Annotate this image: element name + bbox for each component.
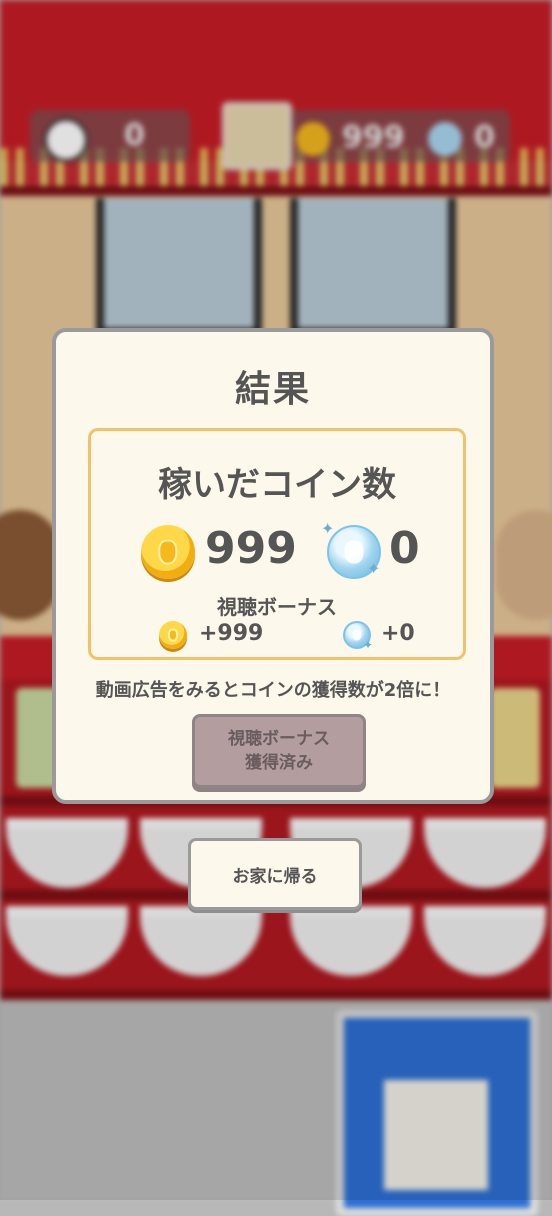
sparkle-icon: ✦ bbox=[367, 559, 381, 578]
go-home-button-label: お家に帰る bbox=[232, 866, 318, 887]
ad-bonus-message: 動画広告をみるとコインの獲得数が2倍に！ bbox=[95, 680, 451, 701]
watch-bonus-button-line2: 獲得済み bbox=[245, 753, 313, 773]
go-home-button[interactable]: お家に帰る bbox=[188, 838, 362, 910]
sparkle-icon: ✦ bbox=[321, 519, 335, 538]
watch-bonus-button[interactable]: 視聴ボーナス 獲得済み bbox=[192, 714, 366, 788]
watch-bonus-button-line1: 視聴ボーナス bbox=[228, 729, 330, 749]
coin-icon bbox=[141, 525, 195, 579]
dialog-title: 結果 bbox=[234, 369, 311, 410]
bonus-label: 視聴ボーナス bbox=[217, 595, 337, 619]
coin-earned-value: 999 bbox=[205, 523, 297, 574]
coin-bonus-value: +999 bbox=[199, 621, 264, 646]
earned-coins-panel: 稼いだコイン数 999 ✦ ✦ 0 視聴ボーナス +999 ✦ +0 bbox=[88, 428, 466, 660]
result-dialog: 結果 稼いだコイン数 999 ✦ ✦ 0 視聴ボーナス +999 ✦ +0 動画… bbox=[52, 328, 494, 804]
gem-bonus-value: +0 bbox=[381, 621, 415, 646]
sparkle-icon: ✦ bbox=[363, 638, 374, 652]
earned-coins-title: 稼いだコイン数 bbox=[158, 465, 396, 505]
gem-earned-value: 0 bbox=[389, 523, 420, 574]
coin-icon bbox=[159, 621, 187, 649]
